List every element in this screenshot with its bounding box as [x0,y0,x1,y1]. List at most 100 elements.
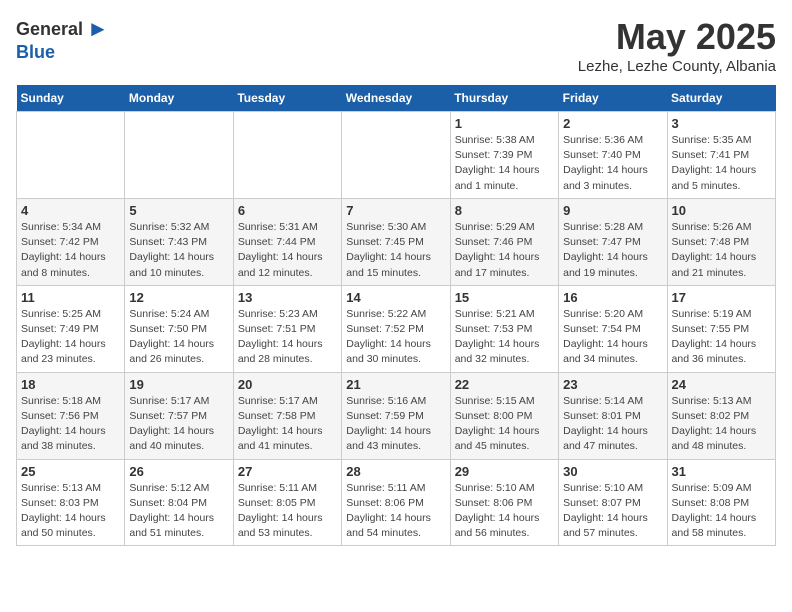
calendar-week-row: 18 Sunrise: 5:18 AM Sunset: 7:56 PM Dayli… [17,372,776,459]
logo: General ► Blue [16,16,109,63]
calendar-week-row: 4 Sunrise: 5:34 AM Sunset: 7:42 PM Daylig… [17,198,776,285]
calendar-cell [233,112,341,199]
title-area: May 2025 Lezhe, Lezhe County, Albania [578,16,776,75]
day-info: Sunrise: 5:15 AM Sunset: 8:00 PM Dayligh… [455,395,540,453]
calendar-cell: 24 Sunrise: 5:13 AM Sunset: 8:02 PM Dayli… [667,372,775,459]
day-info: Sunrise: 5:18 AM Sunset: 7:56 PM Dayligh… [21,395,106,453]
calendar-cell: 18 Sunrise: 5:18 AM Sunset: 7:56 PM Dayli… [17,372,125,459]
calendar-cell: 29Sunrise: 5:10 AM Sunset: 8:06 PM Dayli… [450,459,558,546]
calendar-cell: 30Sunrise: 5:10 AM Sunset: 8:07 PM Dayli… [559,459,667,546]
day-info: Sunrise: 5:11 AM Sunset: 8:05 PM Dayligh… [238,482,323,540]
calendar-cell: 22 Sunrise: 5:15 AM Sunset: 8:00 PM Dayli… [450,372,558,459]
day-info: Sunrise: 5:26 AM Sunset: 7:48 PM Dayligh… [672,221,757,279]
calendar-cell: 6 Sunrise: 5:31 AM Sunset: 7:44 PM Daylig… [233,198,341,285]
page-header: General ► Blue May 2025 Lezhe, Lezhe Cou… [16,16,776,75]
day-info: Sunrise: 5:28 AM Sunset: 7:47 PM Dayligh… [563,221,648,279]
day-info: Sunrise: 5:38 AM Sunset: 7:39 PM Dayligh… [455,134,540,192]
day-info: Sunrise: 5:12 AM Sunset: 8:04 PM Dayligh… [129,482,214,540]
calendar-cell [125,112,233,199]
day-info: Sunrise: 5:36 AM Sunset: 7:40 PM Dayligh… [563,134,648,192]
calendar-cell: 2 Sunrise: 5:36 AM Sunset: 7:40 PM Daylig… [559,112,667,199]
calendar-cell: 4 Sunrise: 5:34 AM Sunset: 7:42 PM Daylig… [17,198,125,285]
day-info: Sunrise: 5:20 AM Sunset: 7:54 PM Dayligh… [563,308,648,366]
day-info: Sunrise: 5:30 AM Sunset: 7:45 PM Dayligh… [346,221,431,279]
calendar-table: SundayMondayTuesdayWednesdayThursdayFrid… [16,85,776,546]
day-number: 17 [672,290,771,305]
logo-general-text: General [16,19,83,40]
calendar-cell: 10 Sunrise: 5:26 AM Sunset: 7:48 PM Dayli… [667,198,775,285]
day-number: 24 [672,377,771,392]
day-info: Sunrise: 5:17 AM Sunset: 7:58 PM Dayligh… [238,395,323,453]
logo-blue-text: Blue [16,42,55,63]
day-number: 21 [346,377,445,392]
day-number: 7 [346,203,445,218]
calendar-cell: 7 Sunrise: 5:30 AM Sunset: 7:45 PM Daylig… [342,198,450,285]
calendar-cell: 25 Sunrise: 5:13 AM Sunset: 8:03 PM Dayli… [17,459,125,546]
day-info: Sunrise: 5:25 AM Sunset: 7:49 PM Dayligh… [21,308,106,366]
day-number: 2 [563,116,662,131]
logo-bird-icon: ► [87,16,109,42]
day-info: Sunrise: 5:10 AM Sunset: 8:07 PM Dayligh… [563,482,648,540]
day-number: 25 [21,464,120,479]
day-number: 8 [455,203,554,218]
calendar-cell: 8Sunrise: 5:29 AM Sunset: 7:46 PM Daylig… [450,198,558,285]
column-header-saturday: Saturday [667,85,775,112]
day-info: Sunrise: 5:31 AM Sunset: 7:44 PM Dayligh… [238,221,323,279]
calendar-week-row: 11 Sunrise: 5:25 AM Sunset: 7:49 PM Dayli… [17,285,776,372]
day-number: 13 [238,290,337,305]
column-header-thursday: Thursday [450,85,558,112]
calendar-cell [17,112,125,199]
calendar-cell: 16 Sunrise: 5:20 AM Sunset: 7:54 PM Dayli… [559,285,667,372]
calendar-cell: 5Sunrise: 5:32 AM Sunset: 7:43 PM Daylig… [125,198,233,285]
day-info: Sunrise: 5:10 AM Sunset: 8:06 PM Dayligh… [455,482,540,540]
day-info: Sunrise: 5:32 AM Sunset: 7:43 PM Dayligh… [129,221,214,279]
calendar-cell: 13 Sunrise: 5:23 AM Sunset: 7:51 PM Dayli… [233,285,341,372]
column-header-friday: Friday [559,85,667,112]
day-number: 12 [129,290,228,305]
day-info: Sunrise: 5:35 AM Sunset: 7:41 PM Dayligh… [672,134,757,192]
column-header-tuesday: Tuesday [233,85,341,112]
column-header-wednesday: Wednesday [342,85,450,112]
calendar-cell: 17Sunrise: 5:19 AM Sunset: 7:55 PM Dayli… [667,285,775,372]
calendar-cell: 21 Sunrise: 5:16 AM Sunset: 7:59 PM Dayli… [342,372,450,459]
calendar-cell: 12Sunrise: 5:24 AM Sunset: 7:50 PM Dayli… [125,285,233,372]
day-number: 4 [21,203,120,218]
day-info: Sunrise: 5:09 AM Sunset: 8:08 PM Dayligh… [672,482,757,540]
calendar-cell: 26Sunrise: 5:12 AM Sunset: 8:04 PM Dayli… [125,459,233,546]
day-number: 16 [563,290,662,305]
calendar-cell: 20 Sunrise: 5:17 AM Sunset: 7:58 PM Dayli… [233,372,341,459]
day-number: 28 [346,464,445,479]
day-number: 23 [563,377,662,392]
calendar-cell [342,112,450,199]
month-title: May 2025 [578,16,776,58]
day-info: Sunrise: 5:23 AM Sunset: 7:51 PM Dayligh… [238,308,323,366]
day-number: 27 [238,464,337,479]
calendar-cell: 3 Sunrise: 5:35 AM Sunset: 7:41 PM Daylig… [667,112,775,199]
calendar-week-row: 1 Sunrise: 5:38 AM Sunset: 7:39 PM Daylig… [17,112,776,199]
calendar-cell: 19Sunrise: 5:17 AM Sunset: 7:57 PM Dayli… [125,372,233,459]
column-header-sunday: Sunday [17,85,125,112]
day-number: 18 [21,377,120,392]
day-number: 10 [672,203,771,218]
calendar-header-row: SundayMondayTuesdayWednesdayThursdayFrid… [17,85,776,112]
day-info: Sunrise: 5:14 AM Sunset: 8:01 PM Dayligh… [563,395,648,453]
day-info: Sunrise: 5:34 AM Sunset: 7:42 PM Dayligh… [21,221,106,279]
calendar-cell: 14 Sunrise: 5:22 AM Sunset: 7:52 PM Dayli… [342,285,450,372]
calendar-cell: 11 Sunrise: 5:25 AM Sunset: 7:49 PM Dayli… [17,285,125,372]
calendar-cell: 1 Sunrise: 5:38 AM Sunset: 7:39 PM Daylig… [450,112,558,199]
day-info: Sunrise: 5:13 AM Sunset: 8:02 PM Dayligh… [672,395,757,453]
day-info: Sunrise: 5:22 AM Sunset: 7:52 PM Dayligh… [346,308,431,366]
day-number: 20 [238,377,337,392]
day-info: Sunrise: 5:16 AM Sunset: 7:59 PM Dayligh… [346,395,431,453]
day-number: 14 [346,290,445,305]
day-number: 11 [21,290,120,305]
column-header-monday: Monday [125,85,233,112]
calendar-cell: 31Sunrise: 5:09 AM Sunset: 8:08 PM Dayli… [667,459,775,546]
day-number: 9 [563,203,662,218]
day-info: Sunrise: 5:13 AM Sunset: 8:03 PM Dayligh… [21,482,106,540]
day-number: 22 [455,377,554,392]
day-number: 3 [672,116,771,131]
day-number: 6 [238,203,337,218]
day-info: Sunrise: 5:11 AM Sunset: 8:06 PM Dayligh… [346,482,431,540]
day-number: 1 [455,116,554,131]
